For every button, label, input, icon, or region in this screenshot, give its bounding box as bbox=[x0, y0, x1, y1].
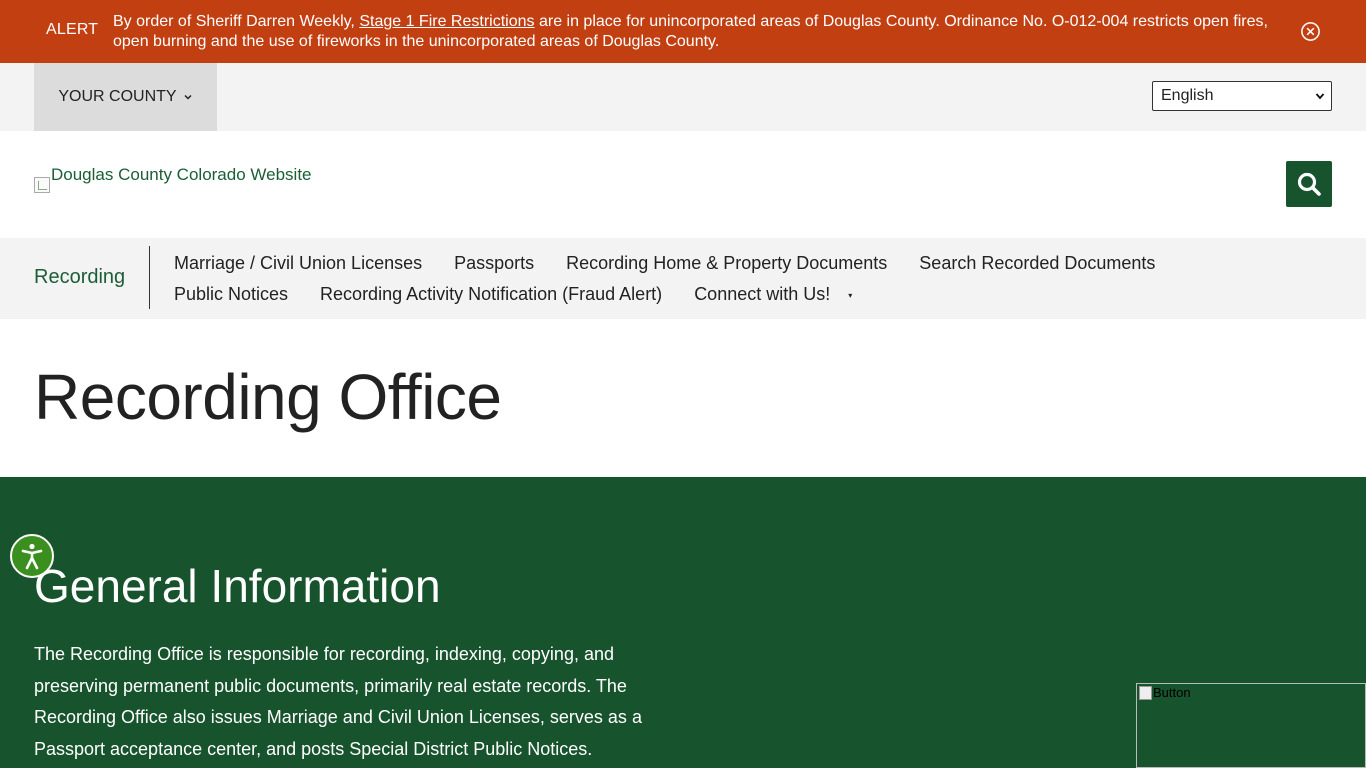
broken-image-icon bbox=[34, 177, 50, 193]
subnav-item-recording-documents[interactable]: Recording Home & Property Documents bbox=[566, 253, 887, 274]
utility-bar: YOUR COUNTY English bbox=[0, 63, 1366, 131]
caret-down-icon[interactable]: ▾ bbox=[848, 291, 852, 300]
subnav-section-title[interactable]: Recording bbox=[34, 266, 125, 289]
language-select-value: English bbox=[1161, 87, 1214, 104]
subnav-item-fraud-alert[interactable]: Recording Activity Notification (Fraud A… bbox=[320, 284, 662, 305]
alert-banner: ALERT By order of Sheriff Darren Weekly,… bbox=[0, 0, 1366, 63]
section-subnav: Recording Marriage / Civil Union License… bbox=[0, 238, 1366, 319]
subnav-item-marriage-licenses[interactable]: Marriage / Civil Union Licenses bbox=[174, 253, 422, 274]
search-button[interactable] bbox=[1286, 161, 1332, 207]
logo-alt-text: Douglas County Colorado Website bbox=[51, 165, 312, 184]
subnav-links: Marriage / Civil Union Licenses Passport… bbox=[174, 248, 1224, 310]
subnav-item-public-notices[interactable]: Public Notices bbox=[174, 284, 288, 305]
alert-text-before: By order of Sheriff Darren Weekly, bbox=[113, 13, 360, 30]
fire-restrictions-link[interactable]: Stage 1 Fire Restrictions bbox=[359, 13, 534, 30]
general-info-body: The Recording Office is responsible for … bbox=[34, 644, 642, 759]
subnav-row-2: Public Notices Recording Activity Notifi… bbox=[174, 279, 1224, 310]
chevron-down-icon bbox=[1315, 93, 1325, 100]
site-logo[interactable]: Douglas County Colorado Website bbox=[34, 166, 312, 193]
chat-widget-label: Button bbox=[1139, 685, 1191, 700]
subnav-item-search-recorded[interactable]: Search Recorded Documents bbox=[919, 253, 1155, 274]
search-icon bbox=[1297, 172, 1321, 196]
site-header: Douglas County Colorado Website bbox=[0, 131, 1366, 238]
chat-widget-button[interactable]: Button bbox=[1136, 683, 1366, 768]
subnav-item-connect[interactable]: Connect with Us! bbox=[694, 284, 830, 305]
subnav-row-1: Marriage / Civil Union Licenses Passport… bbox=[174, 248, 1224, 279]
page-title: Recording Office bbox=[34, 361, 502, 433]
alert-message: By order of Sheriff Darren Weekly, Stage… bbox=[113, 12, 1278, 52]
close-circle-icon[interactable] bbox=[1300, 21, 1321, 42]
chat-widget-alt-text: Button bbox=[1153, 685, 1191, 700]
chevron-down-icon bbox=[184, 94, 192, 100]
broken-image-icon bbox=[1139, 685, 1152, 700]
accessibility-button[interactable] bbox=[10, 534, 54, 578]
accessibility-icon bbox=[21, 543, 43, 570]
subnav-divider bbox=[149, 246, 150, 309]
your-county-button[interactable]: YOUR COUNTY bbox=[34, 63, 217, 131]
language-select[interactable]: English bbox=[1152, 81, 1332, 111]
general-info-title: General Information bbox=[34, 560, 441, 612]
subnav-item-passports[interactable]: Passports bbox=[454, 253, 534, 274]
your-county-label: YOUR COUNTY bbox=[58, 88, 177, 105]
alert-label: ALERT bbox=[46, 21, 99, 38]
